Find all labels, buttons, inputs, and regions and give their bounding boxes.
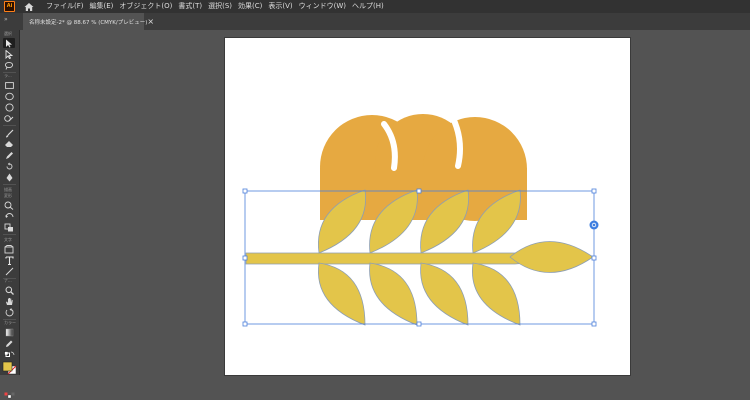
live-corners-widget-icon[interactable] [589,220,599,230]
resize-handle [416,188,422,194]
resize-handle [591,188,597,194]
resize-handle [242,255,248,261]
artwork-canvas [242,113,599,327]
resize-handle [416,321,422,327]
resize-handle [242,321,248,327]
resize-handle [591,321,597,327]
draw-mode-icon[interactable] [3,390,15,400]
resize-handle [591,255,597,261]
resize-handle [242,188,248,194]
